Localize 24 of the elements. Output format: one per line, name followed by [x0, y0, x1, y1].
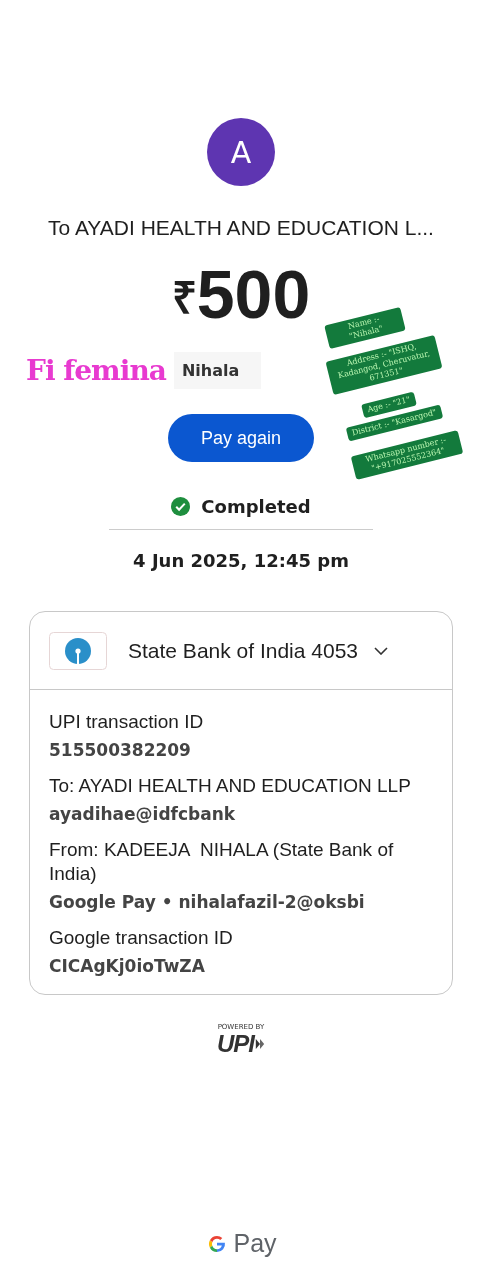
recipient-name: To AYADI HEALTH AND EDUCATION L...	[48, 216, 434, 240]
name-label: Nihala	[173, 351, 262, 389]
field-label: Google transaction ID	[49, 926, 234, 950]
pay-again-button[interactable]: Pay again	[168, 414, 314, 462]
field-label: To: AYADI HEALTH AND EDUCATION LLP	[49, 774, 412, 798]
transaction-date: 4 Jun 2025, 12:45 pm	[133, 550, 349, 571]
arrows-icon	[255, 1037, 265, 1051]
field-value: Google Pay • nihalafazil-2@oksbi	[49, 892, 366, 912]
overlay-caption: Fi femina	[26, 353, 166, 387]
field-label: From: KADEEJA NIHALA (State Bank of India)	[49, 838, 395, 886]
bank-name: State Bank of India 4053	[128, 638, 358, 663]
status-label: Completed	[201, 496, 311, 517]
bank-logo-icon	[49, 631, 107, 670]
currency-symbol: ₹	[171, 272, 197, 324]
pay-wordmark: Pay	[233, 1229, 277, 1258]
field-value: ayadihae@idfcbank	[49, 804, 237, 824]
field-value: CICAgKj0ioTwZA	[49, 956, 206, 976]
field-label: UPI transaction ID	[49, 710, 205, 734]
avatar: A	[207, 118, 275, 186]
field-value: 515500382209	[49, 740, 192, 760]
check-circle-icon	[171, 497, 191, 516]
amount: 500	[196, 255, 311, 334]
account-selector[interactable]: State Bank of India 4053	[30, 612, 452, 690]
upi-logo: UPI	[217, 1031, 254, 1057]
